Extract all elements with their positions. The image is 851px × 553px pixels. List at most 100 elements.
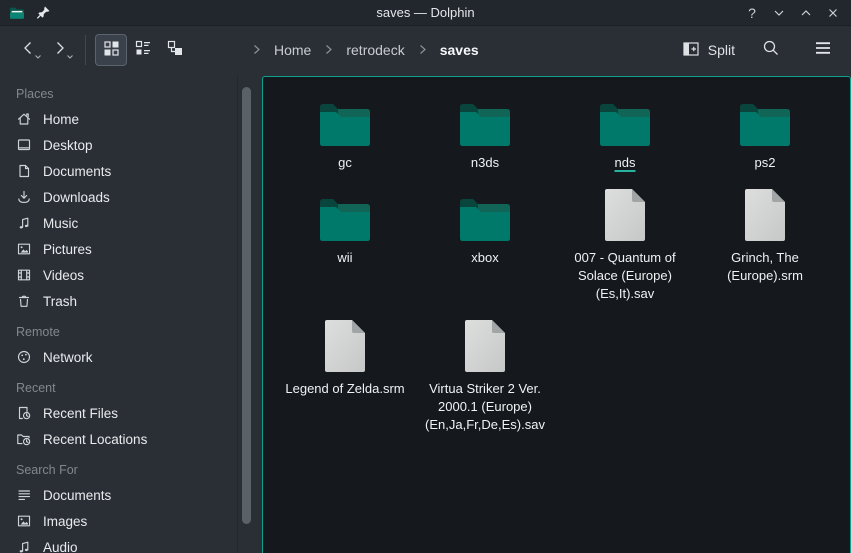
content-area: PlacesHomeDesktopDocumentsDownloadsMusic… bbox=[0, 74, 851, 553]
toolbar-separator bbox=[85, 35, 86, 65]
folder-item-ps2[interactable]: ps2 bbox=[695, 91, 835, 172]
sidebar-item-label: Home bbox=[43, 112, 79, 127]
home-icon bbox=[16, 111, 32, 127]
folder-icon bbox=[598, 91, 652, 147]
trash-icon bbox=[16, 293, 32, 309]
music-icon bbox=[16, 539, 32, 553]
sidebar-item-label: Network bbox=[43, 350, 93, 365]
folder-view: gc n3ds nds ps2 wii xbox 007 - Quantum o… bbox=[262, 76, 851, 553]
image-icon bbox=[16, 241, 32, 257]
chevron-right-icon bbox=[323, 42, 334, 58]
view-mode-icons-button[interactable] bbox=[95, 34, 127, 66]
places-scrollbar-thumb[interactable] bbox=[242, 87, 251, 524]
sidebar-item-network[interactable]: Network bbox=[0, 344, 237, 370]
tree-view-icon bbox=[166, 39, 184, 62]
compact-view-icon bbox=[134, 39, 152, 62]
sidebar-item-label: Documents bbox=[43, 488, 111, 503]
sidebar-item-recent-files[interactable]: Recent Files bbox=[0, 400, 237, 426]
sidebar-item-videos[interactable]: Videos bbox=[0, 262, 237, 288]
file-item-virtua-striker-2-ver-2000-1-europe-en-ja-fr-de-es-sav[interactable]: Virtua Striker 2 Ver. 2000.1 (Europe) (E… bbox=[415, 317, 555, 434]
file-item-grinch-the-europe-srm[interactable]: Grinch, The (Europe).srm bbox=[695, 186, 835, 285]
view-mode-compact-button[interactable] bbox=[127, 34, 159, 66]
item-label: gc bbox=[338, 154, 352, 172]
sidebar-item-label: Downloads bbox=[43, 190, 110, 205]
dolphin-window: saves — Dolphin ? bbox=[0, 0, 851, 553]
file-item-007-quantum-of-solace-europe-es-it-sav[interactable]: 007 - Quantum of Solace (Europe) (Es,It)… bbox=[555, 186, 695, 303]
back-button[interactable] bbox=[12, 34, 44, 66]
folder-icon bbox=[318, 91, 372, 147]
sidebar-item-label: Trash bbox=[43, 294, 77, 309]
chevron-right-icon bbox=[251, 42, 262, 58]
folder-item-nds[interactable]: nds bbox=[555, 91, 695, 172]
download-icon bbox=[16, 189, 32, 205]
sidebar-item-label: Desktop bbox=[43, 138, 93, 153]
recent-file-icon bbox=[16, 405, 32, 421]
breadcrumb-item-retrodeck[interactable]: retrodeck bbox=[346, 42, 404, 58]
folder-icon bbox=[458, 91, 512, 147]
icons-view-icon bbox=[102, 39, 120, 62]
file-icon bbox=[324, 317, 366, 373]
sidebar-item-home[interactable]: Home bbox=[0, 106, 237, 132]
maximize-button[interactable] bbox=[796, 3, 816, 23]
sidebar-item-label: Recent Files bbox=[43, 406, 118, 421]
sidebar-item-documents[interactable]: Documents bbox=[0, 482, 237, 508]
forward-button[interactable] bbox=[44, 34, 76, 66]
menu-button[interactable] bbox=[807, 34, 839, 66]
sidebar-item-audio[interactable]: Audio bbox=[0, 534, 237, 553]
image-icon bbox=[16, 513, 32, 529]
section-header-remote: Remote bbox=[0, 320, 237, 344]
sidebar-item-trash[interactable]: Trash bbox=[0, 288, 237, 314]
app-folder-icon[interactable] bbox=[8, 4, 26, 22]
sidebar-item-label: Videos bbox=[43, 268, 84, 283]
recent-folder-icon bbox=[16, 431, 32, 447]
pin-icon[interactable] bbox=[34, 4, 52, 22]
text-lines-icon bbox=[16, 487, 32, 503]
places-list: PlacesHomeDesktopDocumentsDownloadsMusic… bbox=[0, 74, 238, 553]
hamburger-icon bbox=[813, 38, 833, 63]
sidebar-item-label: Music bbox=[43, 216, 78, 231]
sidebar-item-pictures[interactable]: Pictures bbox=[0, 236, 237, 262]
split-label: Split bbox=[708, 42, 735, 58]
dropdown-chevron-icon bbox=[34, 47, 42, 65]
dropdown-chevron-icon bbox=[66, 47, 74, 65]
minimize-button[interactable] bbox=[769, 3, 789, 23]
view-mode-details-button[interactable] bbox=[159, 34, 191, 66]
sidebar-item-music[interactable]: Music bbox=[0, 210, 237, 236]
file-icon bbox=[464, 317, 506, 373]
folder-icon bbox=[738, 91, 792, 147]
help-button[interactable]: ? bbox=[742, 3, 762, 23]
titlebar: saves — Dolphin ? bbox=[0, 0, 851, 26]
section-header-recent: Recent bbox=[0, 376, 237, 400]
close-button[interactable] bbox=[823, 3, 843, 23]
folder-item-gc[interactable]: gc bbox=[275, 91, 415, 172]
breadcrumb-item-saves[interactable]: saves bbox=[440, 42, 479, 58]
split-button[interactable]: Split bbox=[682, 40, 735, 61]
folder-item-xbox[interactable]: xbox bbox=[415, 186, 555, 267]
breadcrumb-item-home[interactable]: Home bbox=[274, 42, 311, 58]
folder-icon bbox=[458, 186, 512, 242]
split-view-icon bbox=[682, 40, 700, 61]
places-panel: PlacesHomeDesktopDocumentsDownloadsMusic… bbox=[0, 74, 262, 553]
folder-item-wii[interactable]: wii bbox=[275, 186, 415, 267]
search-icon bbox=[761, 38, 781, 63]
toolbar: Home retrodeck saves Split bbox=[0, 26, 851, 74]
folder-item-n3ds[interactable]: n3ds bbox=[415, 91, 555, 172]
document-icon bbox=[16, 163, 32, 179]
item-label: xbox bbox=[471, 249, 498, 267]
file-item-legend-of-zelda-srm[interactable]: Legend of Zelda.srm bbox=[275, 317, 415, 398]
sidebar-item-label: Documents bbox=[43, 164, 111, 179]
sidebar-item-desktop[interactable]: Desktop bbox=[0, 132, 237, 158]
sidebar-item-label: Pictures bbox=[43, 242, 92, 257]
sidebar-item-images[interactable]: Images bbox=[0, 508, 237, 534]
file-icon bbox=[604, 186, 646, 242]
file-grid: gc n3ds nds ps2 wii xbox 007 - Quantum o… bbox=[263, 77, 850, 434]
sidebar-item-documents[interactable]: Documents bbox=[0, 158, 237, 184]
item-label: Grinch, The (Europe).srm bbox=[704, 249, 826, 285]
music-icon bbox=[16, 215, 32, 231]
item-label: 007 - Quantum of Solace (Europe) (Es,It)… bbox=[564, 249, 686, 303]
video-icon bbox=[16, 267, 32, 283]
sidebar-item-recent-locations[interactable]: Recent Locations bbox=[0, 426, 237, 452]
item-label: n3ds bbox=[471, 154, 499, 172]
sidebar-item-downloads[interactable]: Downloads bbox=[0, 184, 237, 210]
search-button[interactable] bbox=[755, 34, 787, 66]
